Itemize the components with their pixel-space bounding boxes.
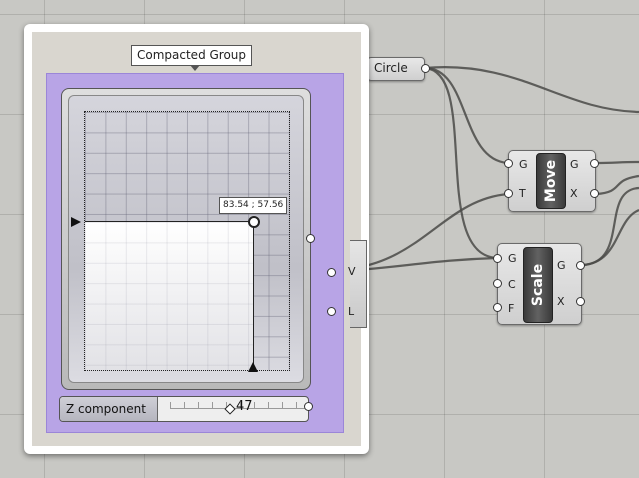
stub-label-v: V [348,265,356,278]
move-title: Move [543,159,559,203]
wire [424,66,509,165]
bounds-grid [85,222,253,370]
scale-input-f: F [508,302,515,315]
graph-mapper[interactable]: 83.54 ; 57.56 [61,88,311,390]
bounds-rectangle[interactable] [85,221,254,370]
slider-label: Z component [60,397,158,421]
group-title: Compacted Group [131,45,253,71]
scale-title: Scale [530,263,546,307]
move-input-t: T [519,187,526,200]
y-handle-icon[interactable] [71,217,81,227]
circle-label: Circle [374,61,408,75]
graph-grid: 83.54 ; 57.56 [71,111,290,372]
scale-out-g-grip[interactable] [576,261,585,270]
move-out-g-grip[interactable] [590,159,599,168]
scale-c-grip[interactable] [493,279,502,288]
slider-value: 47 [236,399,253,414]
scale-f-grip[interactable] [493,303,502,312]
circle-parameter[interactable]: Circle [367,57,425,81]
wire [424,66,639,114]
move-output-x: X [570,187,578,200]
move-input-g: G [519,158,528,171]
compacted-group-dialog: 83.54 ; 57.56 Z component 47 Compacted G… [24,24,369,454]
group-area[interactable]: 83.54 ; 57.56 Z component 47 [46,73,344,433]
move-component[interactable]: G T Move G X [508,150,596,212]
stub-output-grip[interactable] [327,307,336,316]
move-out-x-grip[interactable] [590,189,599,198]
scale-output-x: X [557,295,565,308]
coordinate-tooltip: 83.54 ; 57.56 [219,197,288,214]
z-component-slider[interactable]: Z component 47 [59,396,309,422]
circle-output-grip[interactable] [421,64,430,73]
stub-label-l: L [348,305,355,318]
scale-out-x-grip[interactable] [576,297,585,306]
corner-handle[interactable] [248,216,260,228]
x-handle-icon[interactable] [248,362,258,372]
hidden-component-stub[interactable]: V L [348,240,367,328]
move-g-grip[interactable] [504,159,513,168]
wire [595,174,639,196]
scale-g-grip[interactable] [493,254,502,263]
move-t-grip[interactable] [504,189,513,198]
scale-component[interactable]: G C F Scale G X [497,243,582,325]
stub-output-grip[interactable] [327,268,336,277]
wire [424,66,498,260]
move-core: Move [536,153,566,209]
graph-output-grip[interactable] [306,234,315,243]
slider-output-grip[interactable] [304,402,313,411]
scale-input-c: C [508,278,516,291]
move-output-g: G [570,158,579,171]
scale-output-g: G [557,259,566,272]
scale-input-g: G [508,252,517,265]
wire [595,160,639,165]
scale-core: Scale [523,247,553,323]
graph-face: 83.54 ; 57.56 [68,95,304,383]
